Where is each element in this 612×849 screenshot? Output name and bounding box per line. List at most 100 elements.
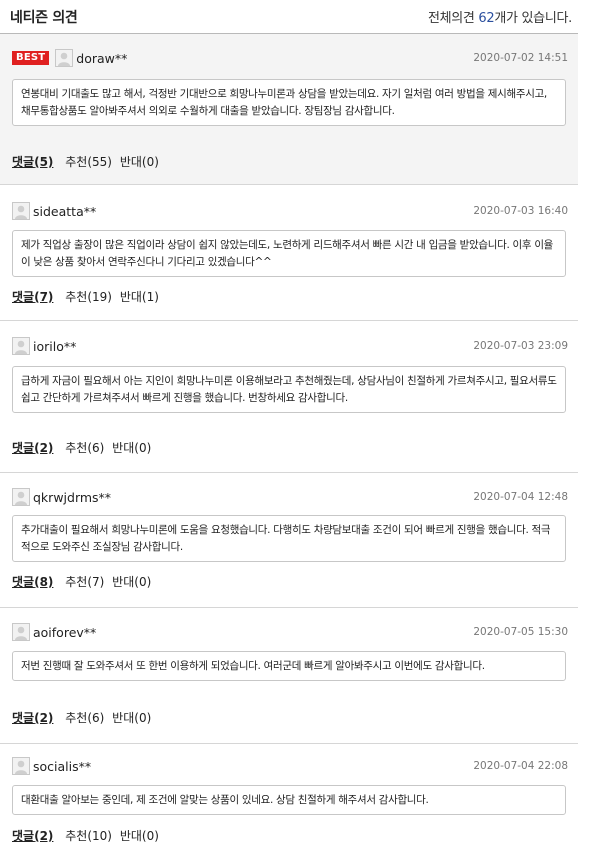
upvote-button[interactable]: 추천(6): [65, 711, 104, 725]
downvote-count: (0): [141, 829, 159, 843]
upvote-button[interactable]: 추천(7): [65, 575, 104, 589]
downvote-count: (0): [134, 441, 152, 455]
downvote-button[interactable]: 반대(1): [120, 290, 159, 304]
comment-text: 연봉대비 기대출도 많고 해서, 걱정반 기대반으로 희망나누미론과 상담을 받…: [12, 79, 566, 126]
avatar-icon: [12, 757, 30, 775]
comment-text: 제가 직업상 출장이 많은 직업이라 상담이 쉽지 않았는데도, 노련하게 리드…: [12, 230, 566, 277]
downvote-button[interactable]: 반대(0): [112, 575, 151, 589]
username: iorilo**: [33, 338, 77, 354]
comment-actions: 댓글(2) 추천(6) 반대(0): [12, 439, 151, 456]
comment-date: 2020-07-04 22:08: [473, 760, 568, 772]
upvote-count: (7): [87, 575, 105, 589]
upvote-label: 추천: [65, 711, 88, 725]
total-count: 62: [478, 11, 495, 26]
reply-label: 댓글: [12, 829, 35, 843]
reply-link[interactable]: 댓글(2): [12, 829, 53, 843]
reply-label: 댓글: [12, 711, 35, 725]
downvote-label: 반대: [112, 441, 135, 455]
comment-date: 2020-07-03 16:40: [473, 205, 568, 217]
upvote-button[interactable]: 추천(6): [65, 441, 104, 455]
avatar-icon: [12, 623, 30, 641]
avatar-icon: [12, 202, 30, 220]
comment-actions: 댓글(2) 추천(10) 반대(0): [12, 827, 159, 844]
username: doraw**: [76, 50, 128, 66]
total-prefix: 전체의견: [427, 11, 479, 26]
comment-date: 2020-07-04 12:48: [473, 491, 568, 503]
reply-count: (2): [34, 711, 54, 725]
reply-count: (2): [34, 441, 54, 455]
comment-date: 2020-07-03 23:09: [473, 340, 568, 352]
comment-author: qkrwjdrms**: [12, 487, 111, 507]
total-suffix: 개가 있습니다.: [494, 11, 572, 26]
comments-header: 네티즌 의견 전체의견 62개가 있습니다.: [0, 0, 578, 34]
upvote-label: 추천: [65, 829, 88, 843]
upvote-count: (55): [87, 155, 112, 169]
reply-count: (5): [34, 155, 54, 169]
downvote-count: (0): [134, 575, 152, 589]
comment-item: socialis** 2020-07-04 22:08 대환대출 알아보는 중인…: [0, 744, 578, 849]
upvote-button[interactable]: 추천(10): [65, 829, 112, 843]
comment-actions: 댓글(7) 추천(19) 반대(1): [12, 288, 159, 305]
username: qkrwjdrms**: [33, 489, 112, 505]
comment-item: BEST doraw** 2020-07-02 14:51 연봉대비 기대출도 …: [0, 34, 578, 185]
comment-item: aoiforev** 2020-07-05 15:30 저번 진행때 잘 도와주…: [0, 608, 578, 744]
username: socialis**: [33, 758, 92, 774]
downvote-label: 반대: [119, 829, 142, 843]
reply-link[interactable]: 댓글(7): [12, 290, 53, 304]
downvote-button[interactable]: 반대(0): [112, 441, 151, 455]
comment-item: qkrwjdrms** 2020-07-04 12:48 추가대출이 필요해서 …: [0, 473, 578, 608]
comment-actions: 댓글(5) 추천(55) 반대(0): [12, 153, 159, 170]
downvote-count: (0): [141, 155, 159, 169]
upvote-label: 추천: [65, 155, 88, 169]
downvote-button[interactable]: 반대(0): [120, 155, 159, 169]
reply-link[interactable]: 댓글(8): [12, 575, 53, 589]
comment-author: aoiforev**: [12, 622, 96, 642]
upvote-button[interactable]: 추천(55): [65, 155, 112, 169]
downvote-label: 반대: [119, 155, 142, 169]
upvote-label: 추천: [65, 441, 88, 455]
avatar-icon: [12, 488, 30, 506]
avatar-icon: [55, 49, 74, 67]
comment-text: 급하게 자금이 필요해서 아는 지인이 희망나누미론 이용해보라고 추천해줬는데…: [12, 366, 566, 413]
comment-item: iorilo** 2020-07-03 23:09 급하게 자금이 필요해서 아…: [0, 321, 578, 473]
comment-author: socialis**: [12, 756, 91, 776]
reply-label: 댓글: [12, 155, 35, 169]
upvote-count: (6): [87, 441, 105, 455]
reply-label: 댓글: [12, 441, 35, 455]
username: aoiforev**: [33, 624, 97, 640]
downvote-button[interactable]: 반대(0): [120, 829, 159, 843]
comment-author: BEST doraw**: [12, 48, 127, 68]
upvote-count: (10): [87, 829, 112, 843]
downvote-label: 반대: [112, 711, 135, 725]
downvote-count: (0): [134, 711, 152, 725]
reply-label: 댓글: [12, 575, 35, 589]
total-comments-text: 전체의견 62개가 있습니다.: [428, 7, 572, 26]
reply-label: 댓글: [12, 290, 35, 304]
comment-actions: 댓글(2) 추천(6) 반대(0): [12, 709, 151, 726]
upvote-label: 추천: [65, 575, 88, 589]
reply-link[interactable]: 댓글(5): [12, 155, 53, 169]
comment-actions: 댓글(8) 추천(7) 반대(0): [12, 573, 151, 590]
upvote-count: (6): [87, 711, 105, 725]
best-badge: BEST: [12, 51, 50, 65]
comment-author: sideatta**: [12, 201, 96, 221]
avatar-icon: [12, 337, 30, 355]
comment-date: 2020-07-02 14:51: [473, 52, 568, 64]
reply-link[interactable]: 댓글(2): [12, 711, 53, 725]
upvote-count: (19): [87, 290, 112, 304]
comment-author: iorilo**: [12, 336, 76, 356]
downvote-button[interactable]: 반대(0): [112, 711, 151, 725]
upvote-button[interactable]: 추천(19): [65, 290, 112, 304]
upvote-label: 추천: [65, 290, 88, 304]
section-title: 네티즌 의견: [10, 10, 78, 26]
reply-count: (2): [34, 829, 54, 843]
comment-item: sideatta** 2020-07-03 16:40 제가 직업상 출장이 많…: [0, 185, 578, 321]
reply-link[interactable]: 댓글(2): [12, 441, 53, 455]
reply-count: (8): [34, 575, 54, 589]
reply-count: (7): [34, 290, 54, 304]
downvote-count: (1): [141, 290, 159, 304]
comment-text: 저번 진행때 잘 도와주셔서 또 한번 이용하게 되었습니다. 여러군데 빠르게…: [12, 651, 566, 681]
comment-text: 대환대출 알아보는 중인데, 제 조건에 알맞는 상품이 있네요. 상담 친절하…: [12, 785, 566, 815]
comment-text: 추가대출이 필요해서 희망나누미론에 도움을 요청했습니다. 다행히도 차량담보…: [12, 515, 566, 562]
downvote-label: 반대: [119, 290, 142, 304]
